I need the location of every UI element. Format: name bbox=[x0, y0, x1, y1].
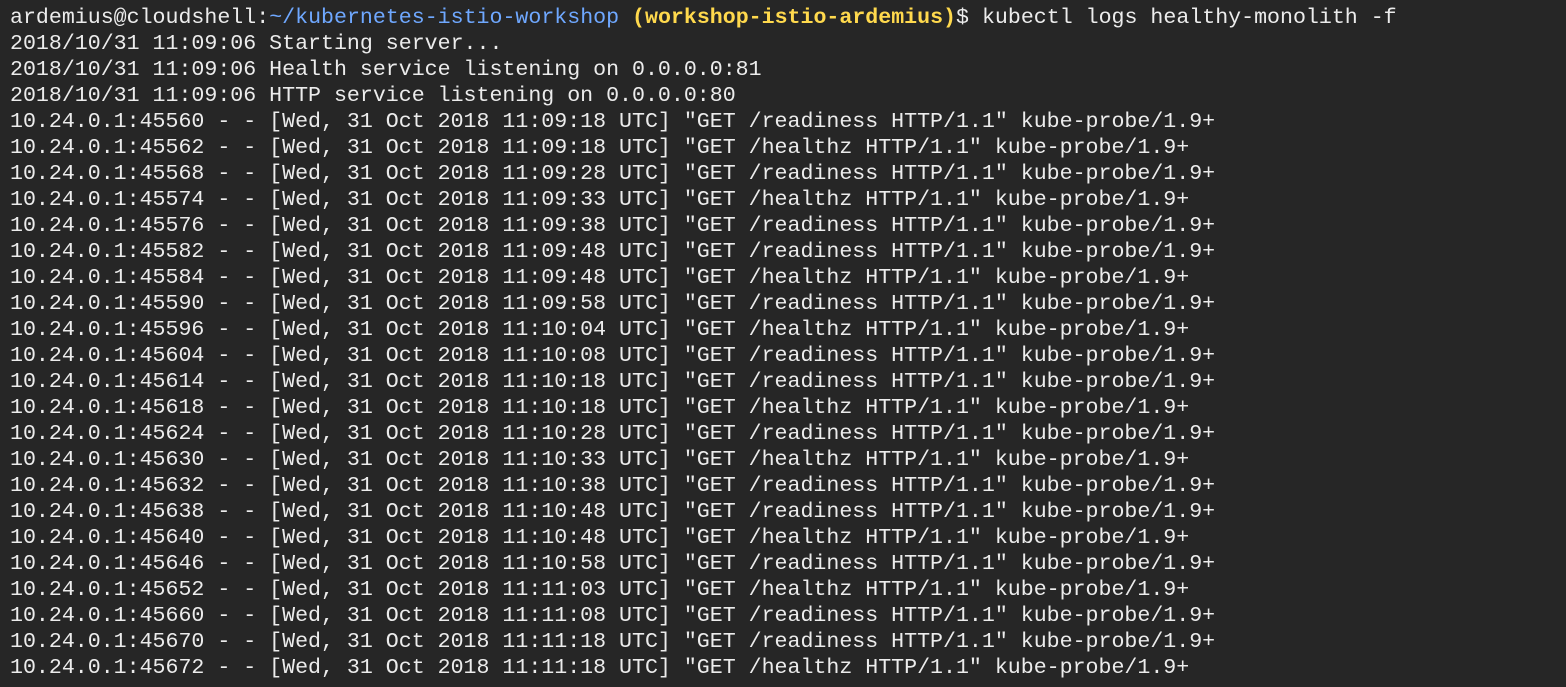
access-log-line: 10.24.0.1:45670 - - [Wed, 31 Oct 2018 11… bbox=[10, 630, 1216, 654]
access-log-line: 10.24.0.1:45568 - - [Wed, 31 Oct 2018 11… bbox=[10, 162, 1216, 186]
access-log-line: 10.24.0.1:45672 - - [Wed, 31 Oct 2018 11… bbox=[10, 656, 1190, 680]
server-log-line: 2018/10/31 11:09:06 HTTP service listeni… bbox=[10, 84, 736, 108]
access-log-line: 10.24.0.1:45638 - - [Wed, 31 Oct 2018 11… bbox=[10, 500, 1216, 524]
access-log-line: 10.24.0.1:45584 - - [Wed, 31 Oct 2018 11… bbox=[10, 266, 1190, 290]
access-log-line: 10.24.0.1:45652 - - [Wed, 31 Oct 2018 11… bbox=[10, 578, 1190, 602]
access-log-line: 10.24.0.1:45640 - - [Wed, 31 Oct 2018 11… bbox=[10, 526, 1190, 550]
access-log-line: 10.24.0.1:45614 - - [Wed, 31 Oct 2018 11… bbox=[10, 370, 1216, 394]
command-text: kubectl logs healthy-monolith -f bbox=[981, 6, 1397, 30]
access-log-line: 10.24.0.1:45632 - - [Wed, 31 Oct 2018 11… bbox=[10, 474, 1216, 498]
prompt-project: (workshop-istio-ardemius) bbox=[632, 6, 957, 30]
access-log-line: 10.24.0.1:45646 - - [Wed, 31 Oct 2018 11… bbox=[10, 552, 1216, 576]
access-log-line: 10.24.0.1:45604 - - [Wed, 31 Oct 2018 11… bbox=[10, 344, 1216, 368]
access-log-line: 10.24.0.1:45562 - - [Wed, 31 Oct 2018 11… bbox=[10, 136, 1190, 160]
prompt-symbol: $ bbox=[956, 6, 969, 30]
server-log-line: 2018/10/31 11:09:06 Health service liste… bbox=[10, 58, 762, 82]
access-log-line: 10.24.0.1:45582 - - [Wed, 31 Oct 2018 11… bbox=[10, 240, 1216, 264]
prompt-path: ~/kubernetes-istio-workshop bbox=[269, 6, 620, 30]
access-log-line: 10.24.0.1:45630 - - [Wed, 31 Oct 2018 11… bbox=[10, 448, 1190, 472]
access-log-line: 10.24.0.1:45618 - - [Wed, 31 Oct 2018 11… bbox=[10, 396, 1190, 420]
access-log-line: 10.24.0.1:45576 - - [Wed, 31 Oct 2018 11… bbox=[10, 214, 1216, 238]
scrollbar[interactable] bbox=[1552, 0, 1566, 687]
terminal-window[interactable]: ardemius@cloudshell:~/kubernetes-istio-w… bbox=[0, 0, 1566, 687]
access-log-line: 10.24.0.1:45590 - - [Wed, 31 Oct 2018 11… bbox=[10, 292, 1216, 316]
server-log-line: 2018/10/31 11:09:06 Starting server... bbox=[10, 32, 503, 56]
access-log-line: 10.24.0.1:45574 - - [Wed, 31 Oct 2018 11… bbox=[10, 188, 1190, 212]
prompt-user-host: ardemius@cloudshell bbox=[10, 6, 257, 30]
access-log-line: 10.24.0.1:45560 - - [Wed, 31 Oct 2018 11… bbox=[10, 110, 1216, 134]
scrollbar-thumb[interactable] bbox=[1552, 0, 1566, 16]
access-log-line: 10.24.0.1:45624 - - [Wed, 31 Oct 2018 11… bbox=[10, 422, 1216, 446]
access-log-line: 10.24.0.1:45660 - - [Wed, 31 Oct 2018 11… bbox=[10, 604, 1216, 628]
prompt-separator: : bbox=[256, 6, 270, 30]
access-log-line: 10.24.0.1:45596 - - [Wed, 31 Oct 2018 11… bbox=[10, 318, 1190, 342]
log-output: 2018/10/31 11:09:06 Starting server... 20… bbox=[10, 31, 1566, 681]
prompt-line: ardemius@cloudshell:~/kubernetes-istio-w… bbox=[10, 5, 1566, 31]
